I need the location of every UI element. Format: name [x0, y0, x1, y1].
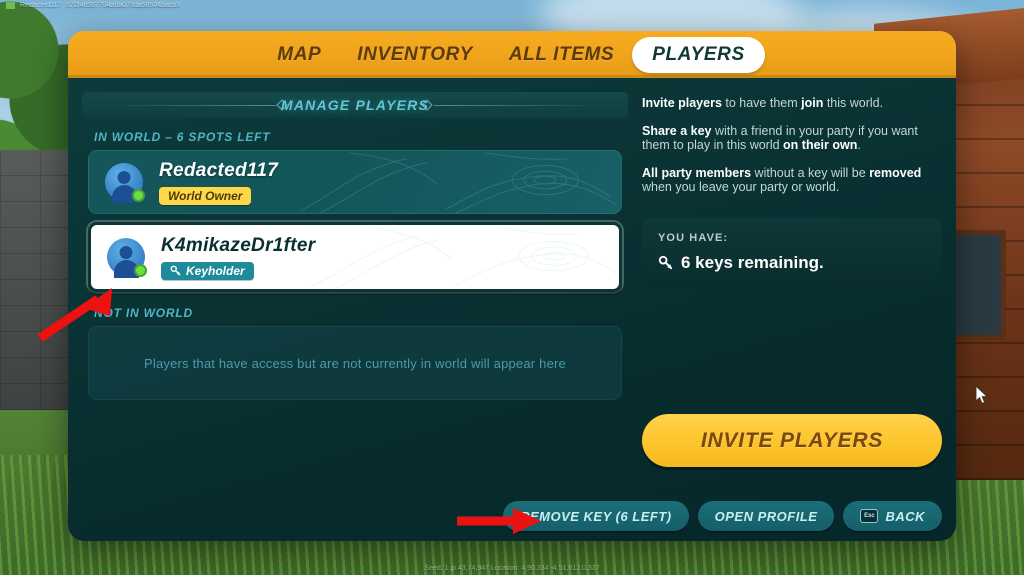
info-paragraph-invite: Invite players to have them join this wo… — [642, 96, 942, 111]
open-profile-button[interactable]: OPEN PROFILE — [697, 501, 835, 531]
keys-remaining-box: YOU HAVE: 6 keys remaining. — [642, 217, 942, 289]
game-screen: Redacted117 572f4c557794a6a073da58504bac… — [0, 0, 1024, 575]
hud-top-left: Redacted117 572f4c557794a6a073da58504bac… — [6, 2, 180, 9]
keys-value-row: 6 keys remaining. — [658, 253, 926, 273]
status-badge-keyholder: Keyholder — [161, 261, 254, 280]
player-info: Redacted117 World Owner — [159, 160, 278, 205]
info-emphasis: removed — [869, 165, 922, 180]
info-column: Invite players to have them join this wo… — [642, 92, 942, 529]
player-row-owner[interactable]: Redacted117 World Owner — [88, 150, 622, 214]
info-emphasis: All party members — [642, 165, 752, 180]
manage-players-column: MANAGE PLAYERS IN WORLD – 6 SPOTS LEFT R… — [82, 92, 628, 529]
remove-key-label: REMOVE KEY (6 LEFT) — [520, 508, 672, 524]
manage-players-header: MANAGE PLAYERS — [82, 92, 628, 118]
info-emphasis: Invite players — [642, 96, 722, 110]
tab-inventory[interactable]: INVENTORY — [339, 37, 491, 73]
player-info: K4mikazeDr1fter Keyholder — [161, 235, 315, 280]
players-menu-panel: MAP INVENTORY ALL ITEMS PLAYERS MANAGE P… — [68, 31, 956, 541]
info-text: to have them — [721, 96, 802, 110]
hud-session-id: 572f4c557794a6a073da58504bacb9 — [66, 2, 181, 9]
open-profile-label: OPEN PROFILE — [714, 508, 818, 524]
info-paragraph-share-key: Share a key with a friend in your party … — [642, 124, 942, 153]
info-paragraph-party-members: All party members without a key will be … — [642, 166, 942, 195]
hud-bottom-status: Seed: 1.jp 43,74,947 Location: 4,90,334 … — [424, 565, 600, 572]
keys-label: YOU HAVE: — [658, 231, 729, 244]
badge-label: World Owner — [168, 188, 243, 203]
hud-player-name: Redacted117 — [20, 2, 62, 9]
section-title: MANAGE PLAYERS — [281, 97, 429, 113]
info-text: when you leave your party or world. — [642, 180, 840, 194]
info-text: . — [857, 138, 861, 152]
topographic-pattern — [310, 226, 618, 289]
online-status-dot — [132, 189, 145, 202]
info-emphasis: Share a key — [642, 123, 712, 138]
info-emphasis: join — [801, 96, 824, 110]
not-in-world-empty-state: Players that have access but are not cur… — [88, 326, 622, 400]
avatar-silhouette-icon — [117, 171, 131, 184]
key-icon — [658, 255, 673, 270]
topographic-pattern — [300, 152, 618, 213]
remove-key-button[interactable]: REMOVE KEY (6 LEFT) — [503, 501, 689, 531]
header-rule-left — [106, 105, 276, 106]
esc-key-icon: Esc — [860, 509, 879, 523]
player-name: Redacted117 — [159, 159, 279, 181]
header-rule-right — [434, 105, 604, 106]
menu-tab-bar: MAP INVENTORY ALL ITEMS PLAYERS — [68, 31, 956, 78]
invite-players-button[interactable]: INVITE PLAYERS — [642, 414, 942, 467]
tab-map[interactable]: MAP — [259, 37, 339, 73]
status-badge-world-owner: World Owner — [159, 186, 252, 205]
avatar-silhouette-icon — [119, 246, 133, 259]
action-button-bar: REMOVE KEY (6 LEFT) OPEN PROFILE Esc BAC… — [503, 501, 942, 531]
avatar — [105, 163, 145, 202]
tab-all-items[interactable]: ALL ITEMS — [491, 37, 632, 73]
keys-remaining-text: 6 keys remaining. — [681, 252, 824, 272]
online-status-dot — [134, 264, 147, 277]
info-text: without a key will be — [751, 165, 870, 180]
info-text: this world. — [823, 96, 884, 110]
player-row-keyholder[interactable]: K4mikazeDr1fter Keyholder — [88, 222, 622, 292]
badge-label: Keyholder — [186, 263, 245, 278]
back-label: BACK — [885, 508, 925, 524]
in-world-label: IN WORLD – 6 SPOTS LEFT — [94, 130, 271, 144]
key-icon — [170, 265, 181, 276]
hud-status-icon — [6, 2, 15, 9]
tab-players[interactable]: PLAYERS — [632, 36, 765, 73]
info-emphasis: on their own — [783, 138, 858, 152]
empty-state-message: Players that have access but are not cur… — [144, 355, 566, 371]
player-name: K4mikazeDr1fter — [161, 234, 316, 256]
back-button[interactable]: Esc BACK — [843, 501, 942, 531]
in-world-player-list: Redacted117 World Owner K4mikazeDr1fter … — [82, 150, 628, 292]
avatar — [107, 238, 147, 277]
not-in-world-label: NOT IN WORLD — [94, 306, 193, 320]
panel-body: MANAGE PLAYERS IN WORLD – 6 SPOTS LEFT R… — [68, 78, 956, 541]
